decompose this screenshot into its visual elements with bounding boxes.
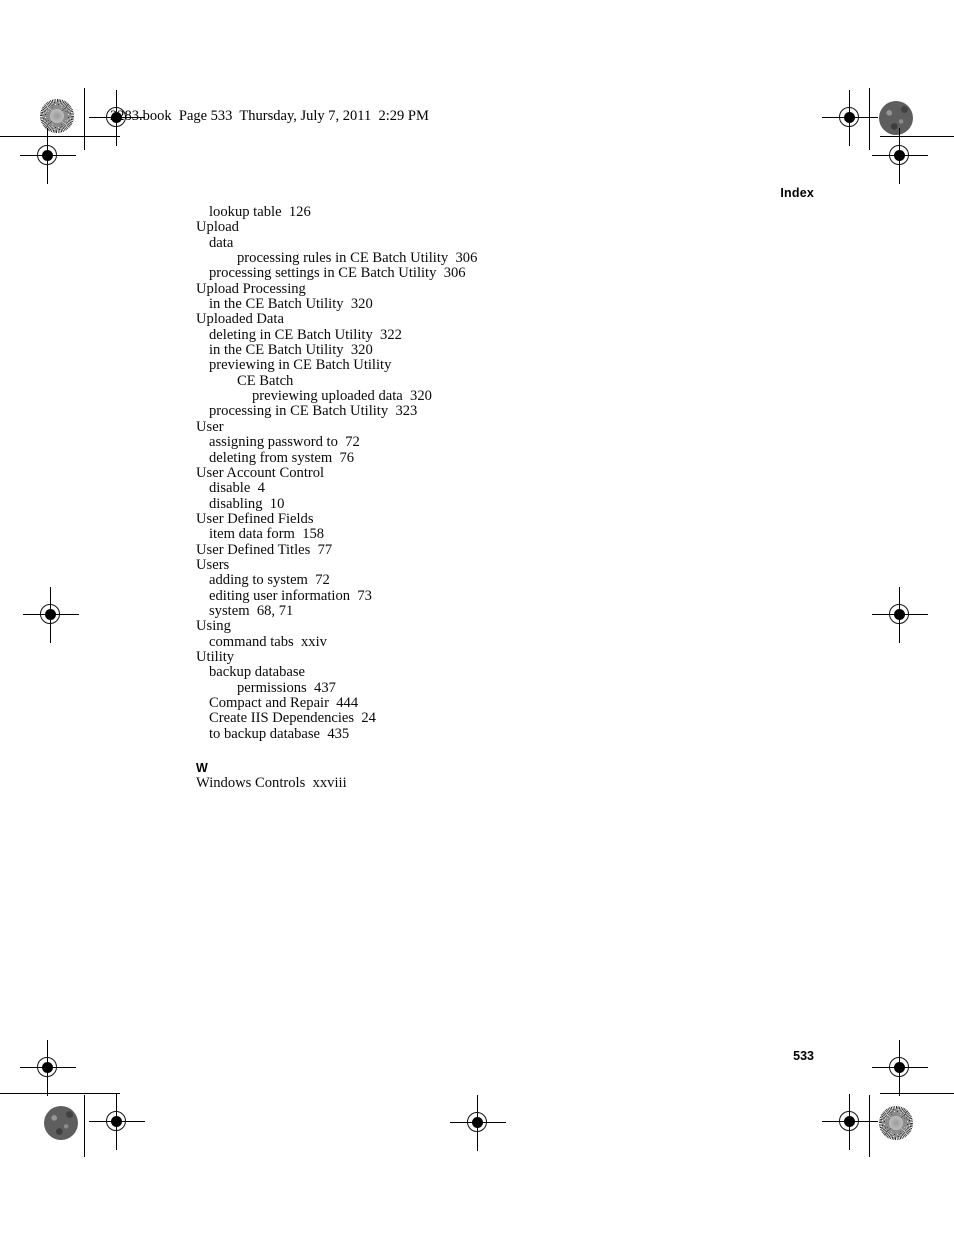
trim-rule-vertical-top-right xyxy=(869,88,871,150)
document-page: 2283.book Page 533 Thursday, July 7, 201… xyxy=(0,0,954,1235)
index-entry: disabling 10 xyxy=(209,495,285,512)
trim-rule-horizontal-bottom-right xyxy=(880,1093,954,1095)
trim-rule-vertical-bottom-right xyxy=(869,1095,871,1157)
reg-dot xyxy=(111,1116,122,1127)
page-number: 533 xyxy=(793,1049,814,1063)
index-entry: processing in CE Batch Utility 323 xyxy=(209,403,418,420)
index-entry: to backup database 435 xyxy=(209,725,350,742)
index-entry: previewing in CE Batch Utility xyxy=(209,357,392,374)
index-entry: processing rules in CE Batch Utility 306 xyxy=(237,250,478,267)
index-entry: deleting from system 76 xyxy=(209,449,355,466)
registration-target-middle-right xyxy=(872,587,928,643)
index-entry: data xyxy=(209,234,234,251)
reg-dot xyxy=(45,609,56,620)
density-patch-bottom-right xyxy=(879,1106,913,1140)
reg-dot xyxy=(894,609,905,620)
index-entry: in the CE Batch Utility 320 xyxy=(209,342,373,359)
registration-target-bottom-left-inner xyxy=(89,1094,145,1150)
index-entry: User xyxy=(196,418,224,435)
index-entry: Utility xyxy=(196,648,235,665)
index-entry: Upload Processing xyxy=(196,280,306,297)
index-entry: permissions 437 xyxy=(237,679,336,696)
reg-dot xyxy=(472,1117,483,1128)
index-entry: disable 4 xyxy=(209,480,265,497)
index-entry: Compact and Repair 444 xyxy=(209,695,359,711)
index-entry: User Defined Fields xyxy=(196,510,314,527)
index-entry: User Defined Titles 77 xyxy=(196,541,333,558)
index-entry: backup database xyxy=(209,664,306,681)
index-entry: Using xyxy=(196,618,231,635)
reg-dot xyxy=(844,112,855,123)
index-entry: command tabs xxiv xyxy=(209,633,327,650)
index-entry: in the CE Batch Utility 320 xyxy=(209,296,373,313)
reg-dot xyxy=(894,150,905,161)
index-entry: lookup table 126 xyxy=(209,204,311,220)
index-entry: previewing uploaded data 320 xyxy=(252,388,432,405)
trim-rule-vertical-bottom-left xyxy=(84,1095,86,1157)
registration-target-bottom-left-corner xyxy=(20,1040,76,1096)
index-entry: Windows Controls xxviii xyxy=(196,775,347,792)
registration-target-top-left-corner xyxy=(20,128,76,184)
index-entry: Uploaded Data xyxy=(196,311,284,328)
index-entry: Create IIS Dependencies 24 xyxy=(209,710,376,727)
reg-dot xyxy=(42,1062,53,1073)
index-entry: Users xyxy=(196,556,230,573)
index-entry: item data form 158 xyxy=(209,526,325,543)
index-entry: editing user information 73 xyxy=(209,587,372,604)
index-entry: Upload xyxy=(196,219,239,236)
reg-dot xyxy=(844,1116,855,1127)
index-entry: CE Batch xyxy=(237,372,294,389)
book-file-stamp: 2283.book Page 533 Thursday, July 7, 201… xyxy=(110,108,429,124)
index-letter-heading-w: W xyxy=(196,761,208,776)
trim-rule-vertical-top-left xyxy=(84,88,86,150)
index-entry-list: lookup table 126 Upload data processing rul… xyxy=(196,204,756,792)
registration-target-middle-left xyxy=(23,587,79,643)
index-entry: system 68, 71 xyxy=(209,602,294,619)
registration-target-bottom-center xyxy=(450,1095,506,1151)
index-entry: deleting in CE Batch Utility 322 xyxy=(209,326,402,343)
reg-dot xyxy=(42,150,53,161)
index-entry: adding to system 72 xyxy=(209,572,330,589)
density-patch-bottom-left xyxy=(44,1106,78,1140)
index-entry: assigning password to 72 xyxy=(209,434,360,451)
index-entries-main: lookup table 126 Upload data processing rul… xyxy=(196,204,756,742)
index-entry: User Account Control xyxy=(196,464,325,481)
index-entries-w: Windows Controls xxviii xyxy=(196,775,756,792)
index-entry: processing settings in CE Batch Utility … xyxy=(209,265,466,282)
registration-target-bottom-right-corner xyxy=(872,1040,928,1096)
reg-dot xyxy=(894,1062,905,1073)
registration-target-top-right-corner xyxy=(872,128,928,184)
running-head-index: Index xyxy=(780,186,814,200)
